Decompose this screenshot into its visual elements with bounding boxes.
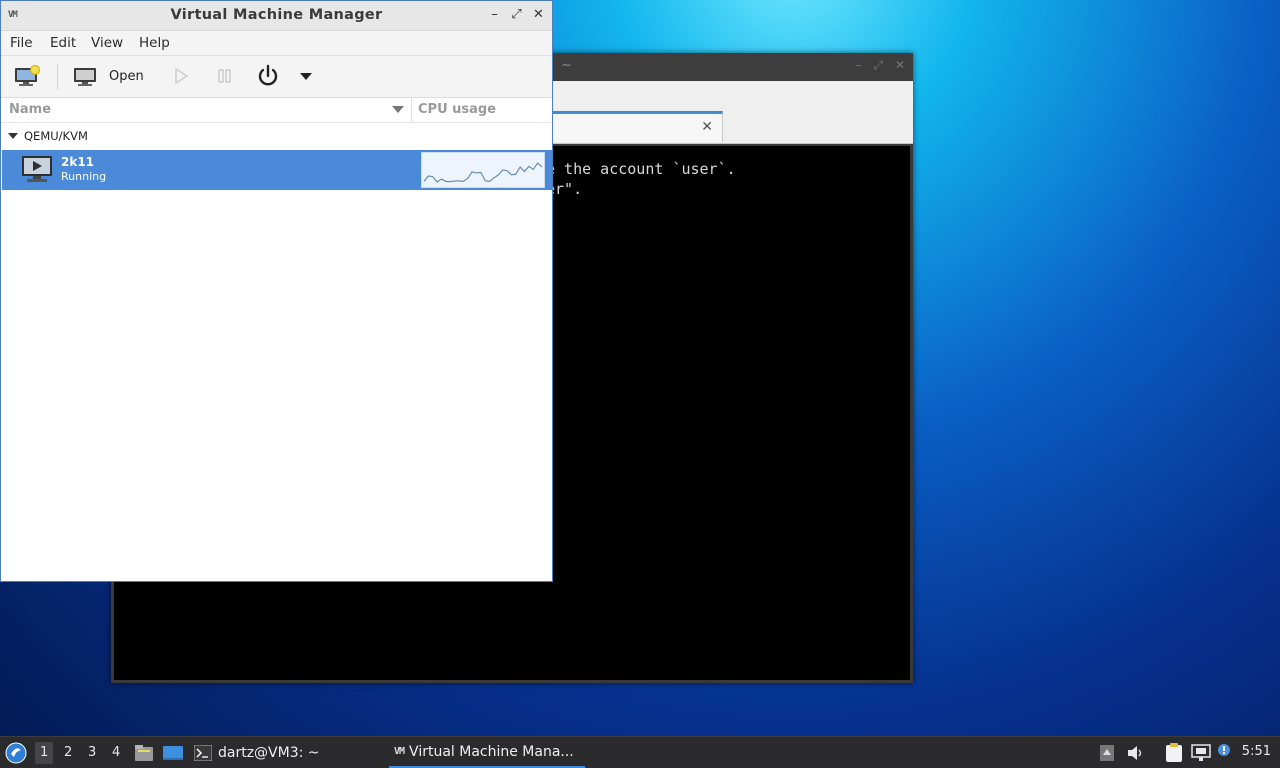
expander-icon[interactable] <box>8 133 18 139</box>
menu-file[interactable]: File <box>10 35 33 51</box>
column-header: Name CPU usage <box>1 98 552 123</box>
maximize-icon[interactable]: ⤢ <box>873 58 883 73</box>
shutdown-button[interactable] <box>255 61 281 91</box>
menu-help[interactable]: Help <box>139 35 170 51</box>
notification-icon <box>1218 743 1230 756</box>
notification-tray[interactable] <box>1216 737 1234 768</box>
workspace-2[interactable]: 2 <box>64 745 72 760</box>
window-title: Virtual Machine Manager <box>170 7 383 23</box>
task-label: Virtual Machine Mana... <box>409 743 574 760</box>
volume-control[interactable] <box>1126 737 1146 768</box>
vm-running-icon <box>22 156 52 182</box>
cpu-usage-line <box>423 162 543 183</box>
window-controls: – ⤢ ✕ <box>487 6 546 23</box>
vm-row[interactable]: 2k11 Running <box>2 150 552 190</box>
file-manager-launcher[interactable] <box>134 737 154 768</box>
close-icon[interactable]: ✕ <box>531 6 546 23</box>
cpu-usage-sparkline <box>423 162 543 183</box>
cpu-usage-graph <box>421 152 545 188</box>
column-cpu-usage[interactable]: CPU usage <box>418 102 496 117</box>
tab-close-icon[interactable]: ✕ <box>701 119 713 135</box>
vmm-titlebar[interactable]: VM Virtual Machine Manager – ⤢ ✕ <box>1 1 552 31</box>
network-tray[interactable] <box>1191 737 1211 768</box>
shutdown-menu-button[interactable] <box>299 61 313 91</box>
new-vm-button[interactable] <box>14 61 40 91</box>
open-button-label: Open <box>109 68 144 84</box>
sort-arrow-icon[interactable] <box>392 106 404 113</box>
menu-view[interactable]: View <box>91 35 123 51</box>
chevron-down-icon <box>300 73 312 80</box>
terminal-window-controls: – ⤢ ✕ <box>855 58 905 73</box>
show-desktop-icon <box>163 745 183 760</box>
vmm-window[interactable]: VM Virtual Machine Manager – ⤢ ✕ File Ed… <box>0 0 553 582</box>
connection-row[interactable]: QEMU/KVM <box>1 123 552 149</box>
menu-edit[interactable]: Edit <box>50 35 76 51</box>
file-manager-icon <box>135 744 153 761</box>
pause-button[interactable] <box>216 61 234 91</box>
power-icon <box>258 64 278 86</box>
column-divider[interactable] <box>411 98 412 122</box>
vm-status: Running <box>61 170 107 183</box>
minimize-icon[interactable]: – <box>487 6 502 23</box>
task-vmm[interactable]: VM Virtual Machine Mana... <box>389 737 585 768</box>
desktop-launcher[interactable] <box>162 737 184 768</box>
volume-icon <box>1128 745 1142 760</box>
minimize-icon[interactable]: – <box>855 58 861 73</box>
close-icon[interactable]: ✕ <box>895 58 905 73</box>
toolbar-separator <box>57 64 58 90</box>
tray-arrow-icon <box>1100 744 1114 761</box>
open-button[interactable]: Open <box>73 61 144 91</box>
network-icon <box>1191 743 1211 761</box>
vm-name: 2k11 <box>61 155 95 169</box>
clipboard-tray[interactable] <box>1164 737 1184 768</box>
task-label: dartz@VM3: ~ <box>218 744 320 761</box>
workspace-1[interactable]: 1 <box>35 742 54 764</box>
monitor-icon <box>74 68 96 86</box>
connection-label: QEMU/KVM <box>24 129 88 143</box>
workspace-4[interactable]: 4 <box>112 745 120 760</box>
column-name[interactable]: Name <box>9 102 51 117</box>
menu-bar: File Edit View Help <box>1 31 552 56</box>
clipboard-icon <box>1166 742 1182 762</box>
play-icon <box>175 67 189 85</box>
lxqt-menu-icon <box>5 742 27 763</box>
taskbar: 1 2 3 4 dartz@VM3: ~ VM Virtual Machine … <box>0 736 1280 768</box>
tray-show-hidden[interactable] <box>1099 737 1115 768</box>
terminal-line: e the account `user`. <box>546 160 736 178</box>
terminal-icon <box>194 744 212 761</box>
terminal-tab[interactable]: ✕ <box>551 111 723 142</box>
start-menu-button[interactable] <box>5 737 27 768</box>
new-vm-icon <box>15 65 40 86</box>
maximize-icon[interactable]: ⤢ <box>509 6 524 23</box>
toolbar: Open <box>1 56 552 98</box>
workspace-3[interactable]: 3 <box>88 745 96 760</box>
vmm-icon: VM <box>394 746 405 757</box>
terminal-title: ~ <box>561 58 572 73</box>
pause-icon <box>218 69 231 83</box>
run-button[interactable] <box>172 61 190 91</box>
task-terminal[interactable]: dartz@VM3: ~ <box>194 737 320 768</box>
clock[interactable]: 5:51 <box>1242 744 1271 759</box>
